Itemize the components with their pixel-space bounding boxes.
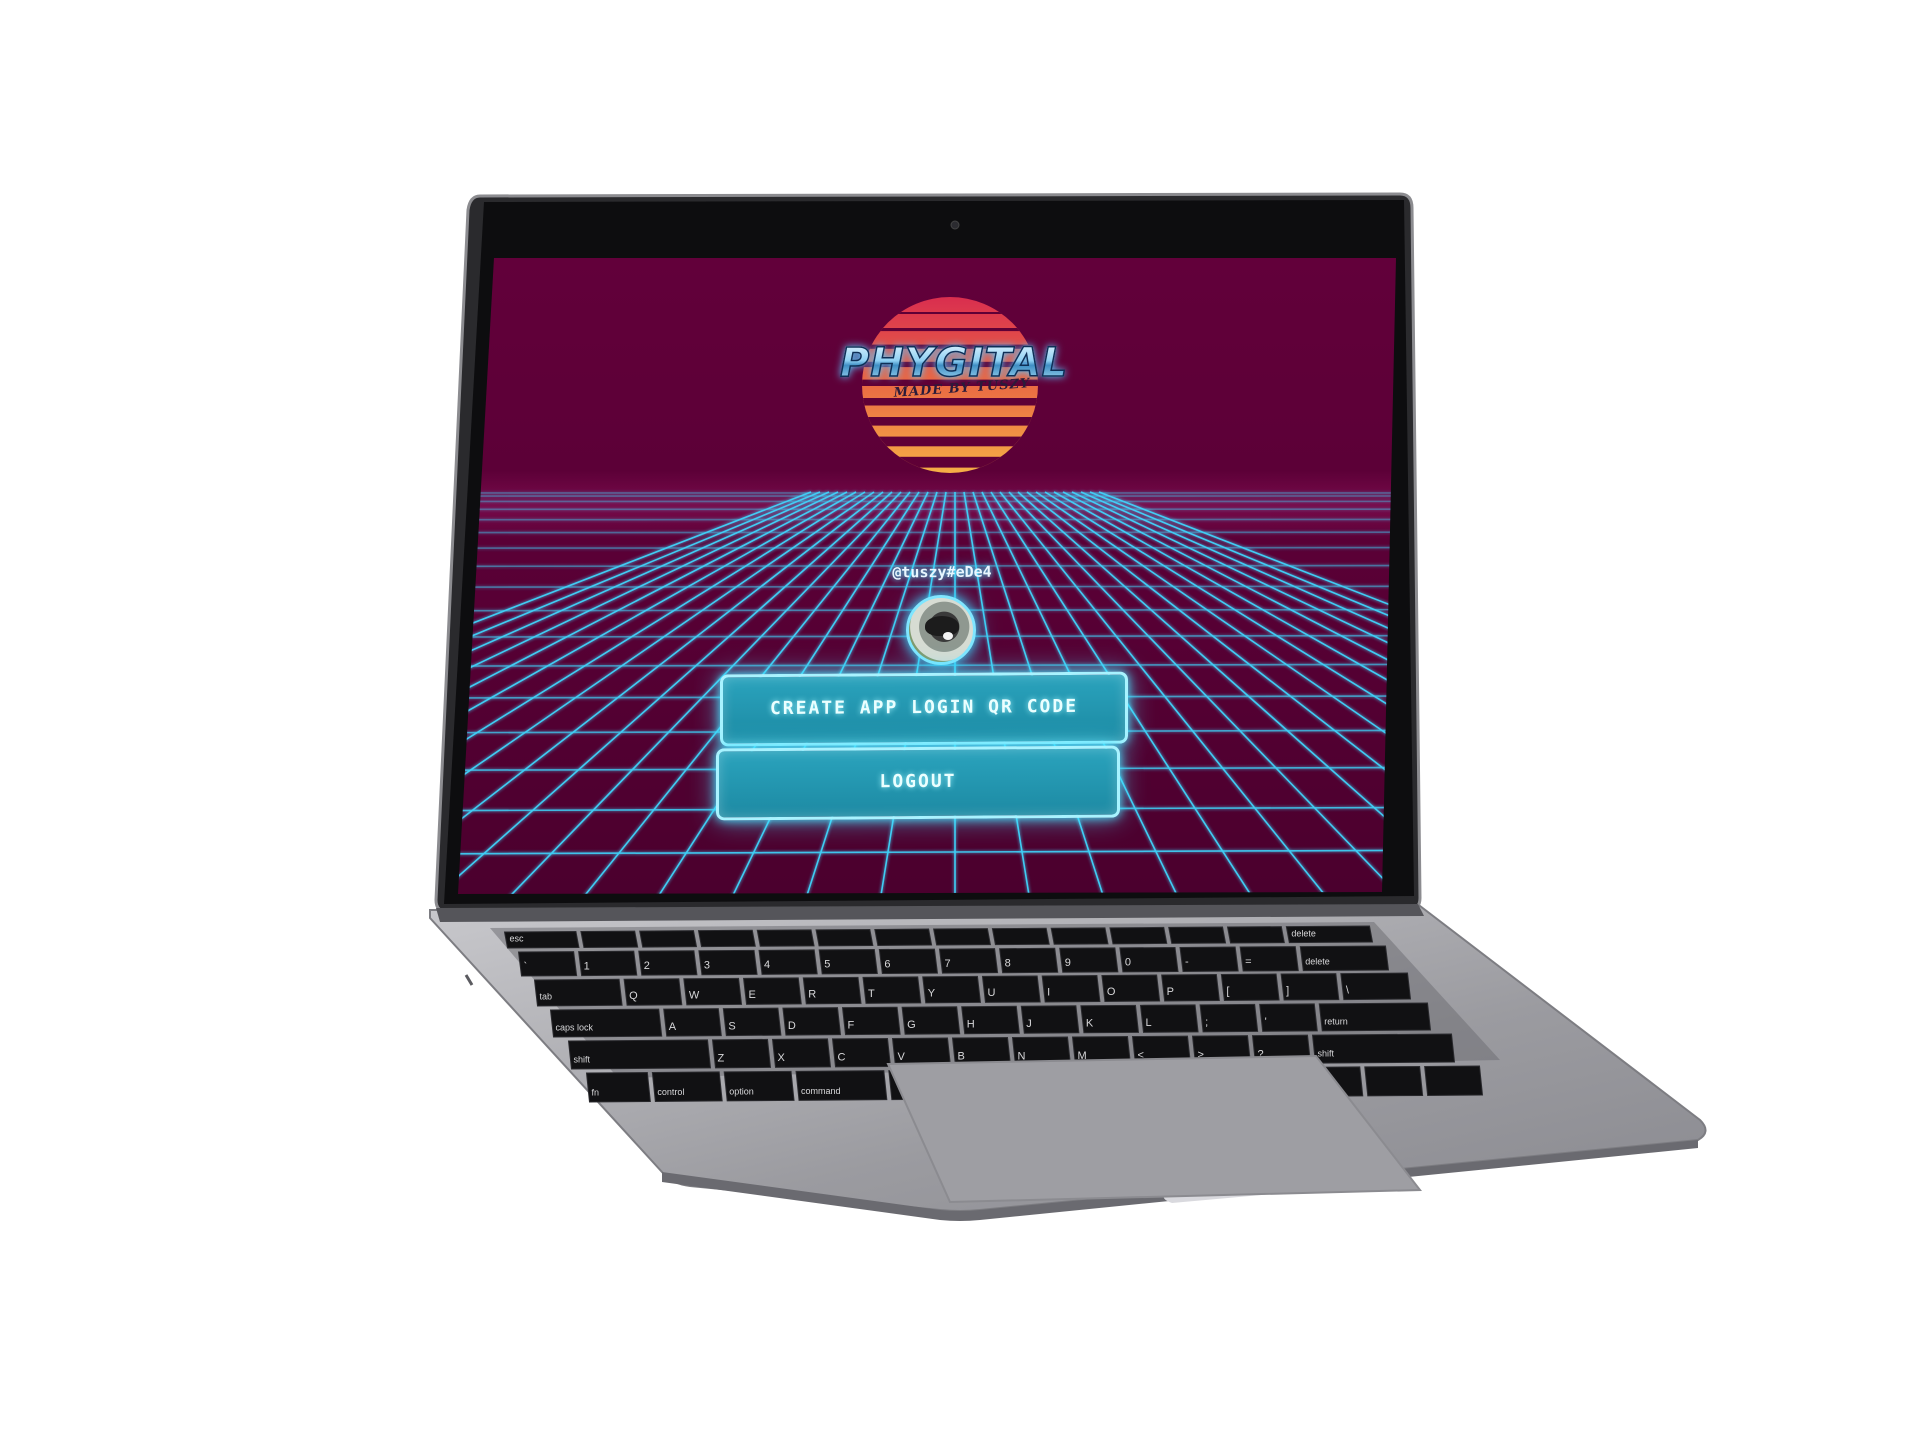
keyboard-key-label: 7 xyxy=(944,958,950,970)
keyboard-key-label: fn xyxy=(592,1088,600,1098)
keyboard-key-label: 3 xyxy=(704,960,710,972)
keyboard-key-label: P xyxy=(1167,986,1174,998)
keyboard-key-label: C xyxy=(838,1052,846,1064)
keyboard-key-label: ] xyxy=(1286,985,1289,997)
keyboard-key-label: X xyxy=(778,1052,786,1064)
keyboard-key-label: 1 xyxy=(584,960,590,972)
webcam-icon xyxy=(951,221,959,229)
keyboard-key-label: 9 xyxy=(1065,957,1071,969)
keyboard-key-label: O xyxy=(1107,986,1116,998)
username-label: @tuszy#eDe4 xyxy=(862,562,1022,581)
avatar-pet-eye xyxy=(943,632,953,640)
logout-button[interactable]: LOGOUT xyxy=(716,746,1120,821)
keyboard-key-label: J xyxy=(1026,1018,1032,1030)
keyboard-key-label: F xyxy=(848,1019,855,1031)
keyboard-key-label: Q xyxy=(629,990,638,1002)
keyboard-key-label: E xyxy=(749,989,756,1001)
keyboard-key-label: I xyxy=(1047,987,1050,999)
keyboard-key-label: caps lock xyxy=(556,1023,594,1033)
keyboard-key-label: T xyxy=(868,988,875,1000)
keyboard-key[interactable] xyxy=(1110,927,1167,943)
keyboard-key-label: ; xyxy=(1205,1017,1208,1029)
keyboard-key[interactable] xyxy=(992,928,1049,944)
keyboard-key[interactable] xyxy=(1281,974,1339,1000)
keyboard-key[interactable] xyxy=(581,931,638,947)
keyboard-key[interactable] xyxy=(1228,927,1285,943)
keyboard-key[interactable] xyxy=(519,952,577,976)
keyboard-key[interactable] xyxy=(1341,973,1411,1000)
keyboard-key-label: 5 xyxy=(824,959,830,971)
keyboard-key-label: ` xyxy=(524,961,528,973)
keyboard-key[interactable] xyxy=(698,930,755,946)
keyboard-key-label: G xyxy=(907,1019,916,1031)
keyboard-key[interactable] xyxy=(1260,1004,1318,1031)
keyboard-key-label: H xyxy=(967,1019,975,1031)
keyboard-key[interactable] xyxy=(757,930,814,946)
keyboard-key[interactable] xyxy=(1169,927,1226,943)
keyboard-key-label: delete xyxy=(1291,928,1316,938)
user-avatar xyxy=(906,595,976,665)
keyboard-key-label: ' xyxy=(1265,1016,1267,1028)
keyboard-key-label: control xyxy=(657,1087,684,1097)
keyboard-key-label: shift xyxy=(574,1054,591,1064)
keyboard-key-label: B xyxy=(958,1051,965,1063)
keyboard-key-label: V xyxy=(898,1051,906,1063)
keyboard-key[interactable] xyxy=(1042,975,1100,1001)
keyboard-key-label: = xyxy=(1245,956,1251,968)
grid-line-horizontal xyxy=(430,548,1430,549)
keyboard-key-label: R xyxy=(808,989,816,1001)
keyboard-key[interactable] xyxy=(1200,1004,1258,1031)
sun-stripe xyxy=(850,417,1050,426)
keyboard-key[interactable] xyxy=(1425,1066,1483,1095)
keyboard-key-label: Z xyxy=(718,1053,725,1065)
keyboard-key[interactable] xyxy=(1365,1066,1423,1095)
keyboard-key-label: esc xyxy=(510,934,525,944)
keyboard-key[interactable] xyxy=(1051,928,1108,944)
keyboard-key-label: command xyxy=(801,1086,841,1096)
avatar-pet-fur xyxy=(925,616,959,636)
keyboard-key-label: [ xyxy=(1226,985,1229,997)
keyboard-key-label: - xyxy=(1185,956,1189,968)
create-qr-code-button[interactable]: CREATE APP LOGIN QR CODE xyxy=(720,672,1128,747)
keyboard-key[interactable] xyxy=(816,929,873,945)
laptop-mockup-scene: esc delete ` 1 2 3 4 5 6 7 8 9 0 - = delete tab Q W E R T Y U I O… xyxy=(0,0,1920,1440)
keyboard-key-label: 6 xyxy=(884,958,890,970)
keyboard-key-label: tab xyxy=(540,992,553,1002)
keyboard-key-label: shift xyxy=(1318,1049,1335,1059)
keyboard-key-label: return xyxy=(1324,1016,1348,1026)
keyboard-key-label: K xyxy=(1086,1018,1094,1030)
side-port xyxy=(466,975,472,985)
keyboard-key[interactable] xyxy=(640,931,697,947)
keyboard-key[interactable] xyxy=(875,929,932,945)
keyboard-key-label: D xyxy=(788,1020,796,1032)
keyboard-key[interactable] xyxy=(1180,947,1238,971)
keyboard-key-label: S xyxy=(728,1020,735,1032)
keyboard-key-label: option xyxy=(729,1087,754,1097)
keyboard-key-label: 2 xyxy=(644,960,650,972)
keyboard-key-label: 4 xyxy=(764,959,770,971)
keyboard-key-label: W xyxy=(689,990,700,1002)
keyboard-key-label: U xyxy=(987,987,995,999)
keyboard-key-label: L xyxy=(1145,1017,1151,1029)
keyboard-key-label: A xyxy=(669,1021,677,1033)
keyboard-key-label: Y xyxy=(928,988,936,1000)
keyboard-key-label: 0 xyxy=(1125,957,1131,969)
keyboard-key[interactable] xyxy=(1221,974,1279,1000)
keyboard-key-label: delete xyxy=(1305,956,1330,966)
keyboard-key[interactable] xyxy=(934,929,991,945)
keyboard-key-label: 8 xyxy=(1005,957,1011,969)
